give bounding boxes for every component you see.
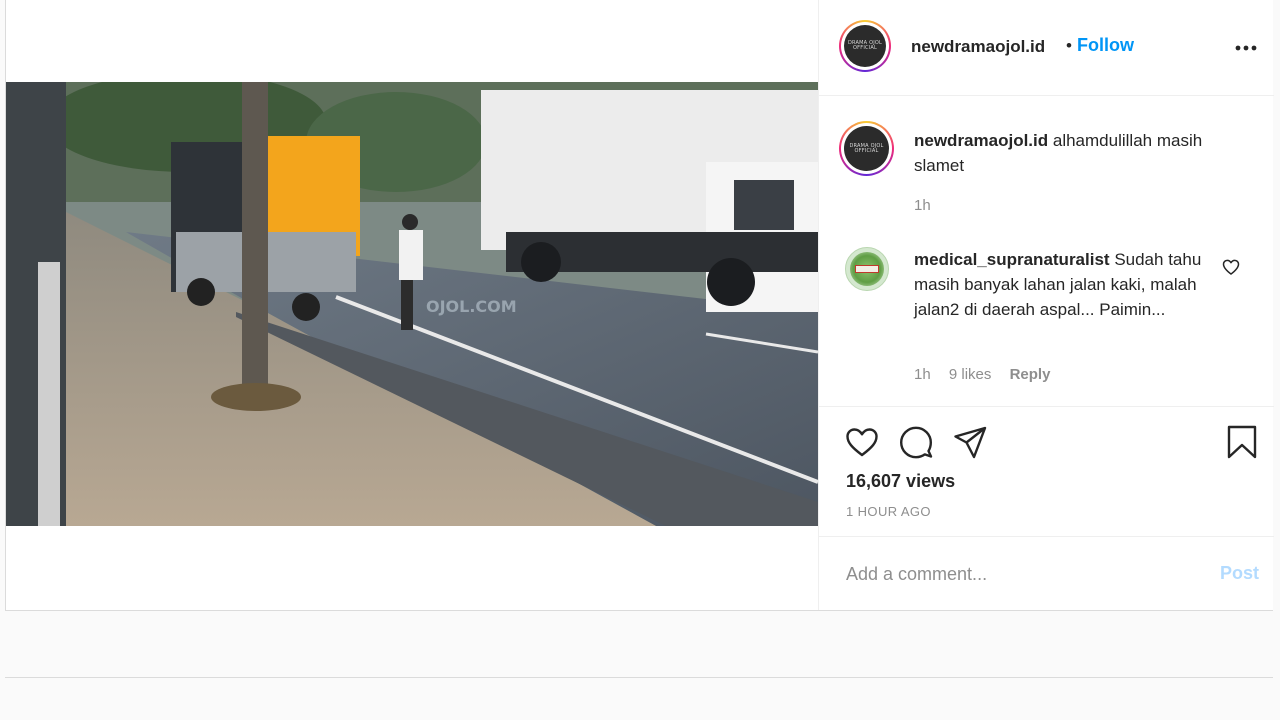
more-horizontal-icon[interactable] <box>1233 38 1259 58</box>
author-avatar[interactable]: DRAMA OJOL OFFICIAL <box>839 20 891 72</box>
add-comment-bar: Post <box>819 538 1274 610</box>
comment-input[interactable] <box>846 560 1186 588</box>
header-separator: • <box>1066 36 1072 55</box>
author-username[interactable]: newdramaojol.id <box>911 37 1045 57</box>
caption: newdramaojol.id alhamdulillah masih slam… <box>914 128 1244 178</box>
heart-icon[interactable] <box>844 424 880 460</box>
post-comment-button[interactable]: Post <box>1220 563 1259 584</box>
bookmark-icon[interactable] <box>1224 424 1260 460</box>
avatar-logo: DRAMA OJOL OFFICIAL <box>849 142 884 154</box>
comment-likes[interactable]: 9 likes <box>949 366 992 383</box>
instagram-post: OJOL.COM DRAMA OJOL OFFICIAL newdramaojol… <box>5 0 1274 611</box>
post-video[interactable]: OJOL.COM <box>6 82 818 526</box>
footer-divider <box>5 677 1273 678</box>
comment-bubble-icon[interactable] <box>898 424 934 460</box>
caption-author-avatar[interactable]: DRAMA OJOL OFFICIAL <box>839 121 894 176</box>
video-watermark: OJOL.COM <box>426 297 517 316</box>
video-frame: OJOL.COM <box>6 82 818 526</box>
paper-plane-icon[interactable] <box>952 424 988 460</box>
heart-outline-icon[interactable] <box>1221 257 1241 277</box>
post-sidebar: DRAMA OJOL OFFICIAL newdramaojol.id • Fol… <box>818 0 1274 610</box>
comment-username[interactable]: medical_supranaturalist <box>914 250 1110 269</box>
avatar-logo: DRAMA OJOL OFFICIAL <box>848 40 882 51</box>
comment: medical_supranaturalist Sudah tahu masih… <box>914 247 1214 322</box>
follow-button[interactable]: Follow <box>1077 35 1134 56</box>
commenter-avatar[interactable] <box>845 247 889 291</box>
comment-meta: 1h 9 likes Reply <box>914 366 1064 383</box>
caption-username[interactable]: newdramaojol.id <box>914 131 1048 150</box>
post-actions: 16,607 views 1 HOUR AGO <box>819 407 1274 537</box>
post-timestamp[interactable]: 1 HOUR AGO <box>846 504 931 519</box>
view-count[interactable]: 16,607 views <box>846 471 955 492</box>
comment-time[interactable]: 1h <box>914 366 931 383</box>
media-column: OJOL.COM <box>6 0 818 610</box>
post-header: DRAMA OJOL OFFICIAL newdramaojol.id • Fol… <box>819 0 1274 96</box>
reply-button[interactable]: Reply <box>1010 366 1051 383</box>
comments-section: DRAMA OJOL OFFICIAL newdramaojol.id alham… <box>819 97 1274 407</box>
caption-time[interactable]: 1h <box>914 197 931 214</box>
